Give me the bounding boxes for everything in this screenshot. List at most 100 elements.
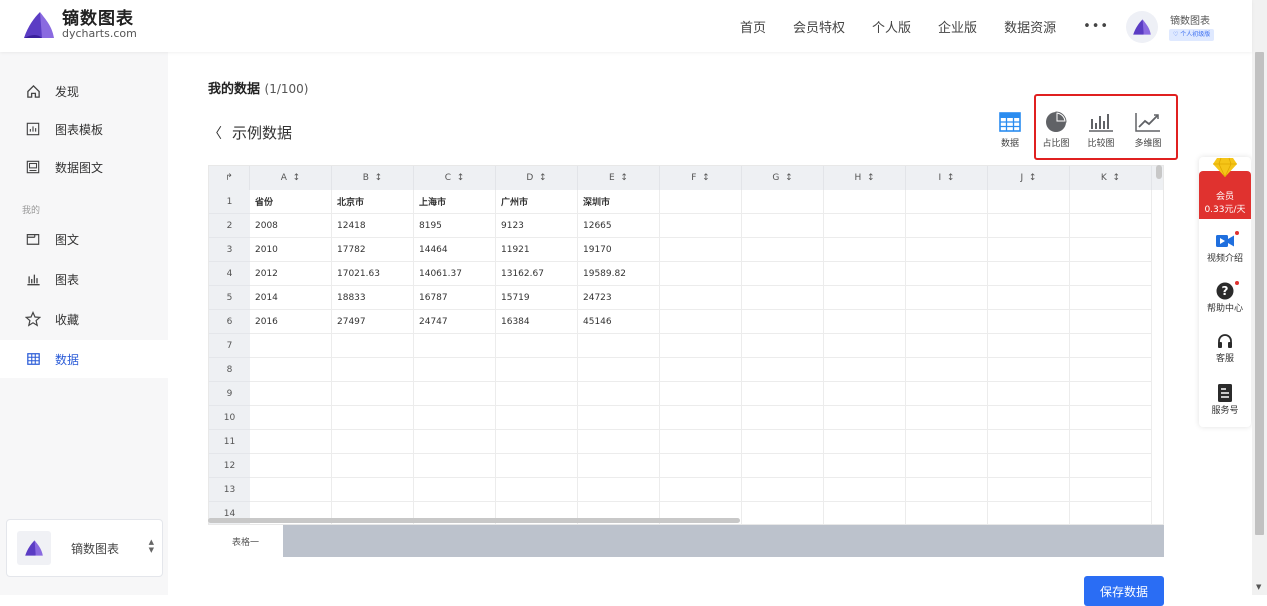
table-cell[interactable]: 19170 <box>578 238 660 262</box>
help-center-button[interactable]: ? 帮助中心 <box>1199 281 1251 314</box>
table-cell[interactable] <box>988 214 1070 238</box>
column-header-a[interactable]: A ↕ <box>250 166 332 190</box>
table-cell[interactable] <box>988 262 1070 286</box>
table-cell[interactable] <box>824 502 906 524</box>
table-cell[interactable] <box>906 430 988 454</box>
table-cell[interactable] <box>988 238 1070 262</box>
table-cell[interactable] <box>578 454 660 478</box>
table-cell[interactable] <box>332 382 414 406</box>
table-cell[interactable] <box>660 262 742 286</box>
row-header[interactable]: 9 <box>209 382 250 406</box>
table-cell[interactable]: 19589.82 <box>578 262 660 286</box>
table-cell[interactable] <box>414 430 496 454</box>
table-cell[interactable] <box>906 358 988 382</box>
table-cell[interactable]: 9123 <box>496 214 578 238</box>
table-cell[interactable] <box>250 406 332 430</box>
table-cell[interactable] <box>742 310 824 334</box>
table-cell[interactable] <box>1070 382 1152 406</box>
table-cell[interactable] <box>742 286 824 310</box>
table-cell[interactable] <box>578 430 660 454</box>
table-cell[interactable] <box>824 214 906 238</box>
official-account-button[interactable]: 服务号 <box>1199 383 1251 416</box>
table-cell[interactable] <box>578 406 660 430</box>
table-cell[interactable]: 24747 <box>414 310 496 334</box>
table-cell[interactable] <box>332 454 414 478</box>
table-cell[interactable] <box>1070 334 1152 358</box>
table-cell[interactable] <box>496 430 578 454</box>
table-cell[interactable] <box>578 382 660 406</box>
table-cell[interactable] <box>988 406 1070 430</box>
sidebar-item-charts[interactable]: 图表 <box>0 260 168 298</box>
table-cell[interactable] <box>742 478 824 502</box>
sidebar-item-favorites[interactable]: 收藏 <box>0 300 168 338</box>
table-cell[interactable] <box>660 286 742 310</box>
user-name[interactable]: 镝数图表 <box>1170 12 1210 27</box>
table-cell[interactable] <box>824 358 906 382</box>
sort-corner-icon[interactable]: ↱ <box>209 166 250 190</box>
table-cell[interactable]: 12418 <box>332 214 414 238</box>
table-cell[interactable] <box>988 382 1070 406</box>
table-cell[interactable] <box>660 214 742 238</box>
table-cell[interactable]: 2016 <box>250 310 332 334</box>
column-header-d[interactable]: D ↕ <box>496 166 578 190</box>
table-cell[interactable] <box>906 502 988 524</box>
table-cell[interactable] <box>906 310 988 334</box>
table-cell[interactable] <box>332 430 414 454</box>
row-header[interactable]: 2 <box>209 214 250 238</box>
table-cell[interactable]: 省份 <box>250 190 332 214</box>
table-cell[interactable] <box>824 454 906 478</box>
row-header[interactable]: 5 <box>209 286 250 310</box>
row-header[interactable]: 3 <box>209 238 250 262</box>
workspace-switcher[interactable]: 镝数图表 ▲ ▼ <box>6 519 163 577</box>
table-cell[interactable] <box>578 478 660 502</box>
vip-promo[interactable]: 会员 0.33元/天 <box>1199 171 1251 219</box>
table-cell[interactable]: 45146 <box>578 310 660 334</box>
table-cell[interactable] <box>496 382 578 406</box>
column-header-i[interactable]: I ↕ <box>906 166 988 190</box>
page-scrollbar-thumb[interactable] <box>1255 52 1264 535</box>
table-cell[interactable] <box>824 262 906 286</box>
table-cell[interactable] <box>414 406 496 430</box>
table-cell[interactable] <box>496 334 578 358</box>
customer-service-button[interactable]: 客服 <box>1199 331 1251 364</box>
table-cell[interactable]: 2008 <box>250 214 332 238</box>
column-header-j[interactable]: J ↕ <box>988 166 1070 190</box>
table-cell[interactable] <box>332 334 414 358</box>
table-cell[interactable] <box>250 358 332 382</box>
column-header-h[interactable]: H ↕ <box>824 166 906 190</box>
table-cell[interactable] <box>742 358 824 382</box>
sidebar-item-data[interactable]: 数据 <box>0 340 168 378</box>
table-cell[interactable] <box>906 286 988 310</box>
table-cell[interactable]: 2014 <box>250 286 332 310</box>
table-cell[interactable] <box>742 214 824 238</box>
table-cell[interactable] <box>824 334 906 358</box>
data-view-button[interactable]: 数据 <box>990 108 1030 149</box>
table-cell[interactable] <box>906 406 988 430</box>
table-cell[interactable] <box>414 358 496 382</box>
nav-home[interactable]: 首页 <box>740 17 766 36</box>
row-header[interactable]: 11 <box>209 430 250 454</box>
table-cell[interactable] <box>824 310 906 334</box>
table-cell[interactable] <box>332 478 414 502</box>
table-cell[interactable] <box>660 382 742 406</box>
table-cell[interactable] <box>988 502 1070 524</box>
table-cell[interactable] <box>578 334 660 358</box>
row-header[interactable]: 1 <box>209 190 250 214</box>
table-cell[interactable] <box>906 190 988 214</box>
row-header[interactable]: 6 <box>209 310 250 334</box>
table-cell[interactable] <box>824 478 906 502</box>
scroll-down-arrow-icon[interactable]: ▼ <box>1256 583 1261 591</box>
table-cell[interactable] <box>660 238 742 262</box>
table-cell[interactable]: 24723 <box>578 286 660 310</box>
nav-data-resources[interactable]: 数据资源 <box>1004 17 1056 36</box>
sidebar-item-discover[interactable]: 发现 <box>0 72 168 110</box>
table-cell[interactable] <box>906 334 988 358</box>
table-cell[interactable]: 2010 <box>250 238 332 262</box>
table-cell[interactable] <box>906 382 988 406</box>
table-cell[interactable] <box>742 382 824 406</box>
table-cell[interactable] <box>742 406 824 430</box>
row-header[interactable]: 7 <box>209 334 250 358</box>
avatar[interactable] <box>1126 11 1158 43</box>
table-cell[interactable] <box>660 430 742 454</box>
table-cell[interactable] <box>906 214 988 238</box>
